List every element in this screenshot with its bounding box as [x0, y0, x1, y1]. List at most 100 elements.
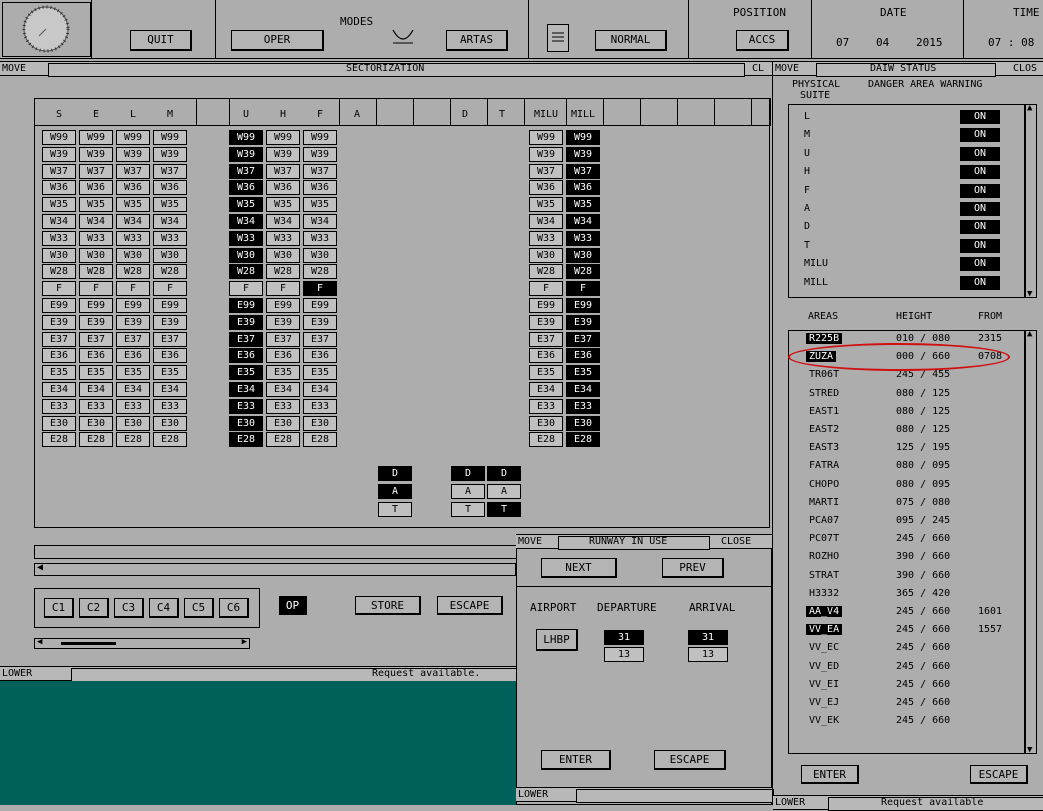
sector-cell[interactable]: W34: [529, 214, 563, 229]
sector-cell[interactable]: W99: [229, 130, 263, 145]
sector-cell[interactable]: W30: [266, 247, 300, 263]
daiw-move-handle[interactable]: MOVE: [775, 62, 799, 75]
sector-cell[interactable]: E36: [229, 348, 263, 364]
sector-cell[interactable]: W35: [529, 197, 563, 213]
area-name[interactable]: STRED: [809, 388, 839, 399]
sector-cell[interactable]: W33: [529, 230, 563, 246]
store-button[interactable]: STORE: [355, 596, 421, 615]
sector-cell[interactable]: W28: [116, 264, 150, 280]
sector-cell[interactable]: W37: [303, 163, 337, 179]
sector-cell[interactable]: E28: [42, 432, 76, 448]
sector-cell[interactable]: E30: [566, 415, 600, 431]
sector-cell[interactable]: E37: [529, 331, 563, 347]
airport-button[interactable]: LHBP: [536, 629, 578, 651]
sector-cell[interactable]: W36: [42, 180, 76, 196]
sector-cell[interactable]: E33: [266, 398, 300, 414]
daiw-titlebar[interactable]: MOVE DAIW STATUS CLOS: [773, 61, 1043, 77]
sector-cell[interactable]: E37: [153, 331, 187, 347]
sector-cell-d[interactable]: D: [451, 466, 485, 481]
artas-button[interactable]: ARTAS: [446, 30, 508, 51]
config-button-c4[interactable]: C4: [149, 598, 179, 618]
area-name[interactable]: VV_EK: [809, 715, 839, 726]
sector-cell[interactable]: F: [566, 281, 600, 297]
sector-cell[interactable]: E28: [266, 432, 300, 448]
sectorization-titlebar[interactable]: MOVE SECTORIZATION CL: [0, 61, 772, 77]
sector-cell-a[interactable]: A: [487, 484, 521, 499]
sector-cell[interactable]: W33: [566, 230, 600, 246]
area-name[interactable]: EAST1: [809, 406, 839, 417]
sector-cell[interactable]: W34: [266, 214, 300, 229]
sector-cell[interactable]: W30: [153, 247, 187, 263]
sector-cell[interactable]: W30: [566, 247, 600, 263]
daiw-close[interactable]: CLOS: [1013, 62, 1037, 75]
sector-cell[interactable]: E28: [229, 432, 263, 448]
sector-cell[interactable]: E37: [79, 331, 113, 347]
quit-button[interactable]: QUIT: [130, 30, 192, 51]
sector-cell[interactable]: W37: [266, 163, 300, 179]
sector-cell[interactable]: F: [303, 281, 337, 297]
sector-cell-d[interactable]: D: [378, 466, 412, 481]
sector-cell[interactable]: E36: [266, 348, 300, 364]
sector-cell[interactable]: W30: [79, 247, 113, 263]
sector-cell[interactable]: W39: [266, 146, 300, 162]
sector-cell[interactable]: W39: [42, 146, 76, 162]
sector-cell-a[interactable]: A: [451, 484, 485, 499]
normal-button[interactable]: NORMAL: [595, 30, 667, 51]
area-name[interactable]: VV_EA: [806, 624, 843, 636]
sector-cell[interactable]: W28: [79, 264, 113, 280]
suite-on-toggle[interactable]: ON: [960, 257, 1000, 272]
sector-cell-a[interactable]: A: [378, 484, 412, 499]
sector-cell[interactable]: W34: [229, 214, 263, 229]
sector-cell[interactable]: W35: [116, 197, 150, 213]
sector-cell[interactable]: E30: [153, 415, 187, 431]
sector-cell[interactable]: W37: [42, 163, 76, 179]
sectorization-close[interactable]: CL: [752, 62, 764, 75]
sector-cell[interactable]: W34: [303, 214, 337, 229]
sector-cell[interactable]: W37: [153, 163, 187, 179]
suite-on-toggle[interactable]: ON: [960, 146, 1000, 161]
suite-on-toggle[interactable]: ON: [960, 202, 1000, 216]
sector-cell[interactable]: W33: [153, 230, 187, 246]
sector-cell[interactable]: W36: [266, 180, 300, 196]
sector-cell[interactable]: E30: [266, 415, 300, 431]
sector-cell[interactable]: E30: [229, 415, 263, 431]
sector-cell[interactable]: W99: [79, 130, 113, 145]
runway-move-handle[interactable]: MOVE: [518, 535, 542, 548]
area-name[interactable]: VV_EJ: [809, 697, 839, 708]
arrival-runway-active[interactable]: 31: [688, 630, 728, 645]
sector-cell[interactable]: W33: [266, 230, 300, 246]
sector-cell-t[interactable]: T: [451, 502, 485, 517]
prev-button[interactable]: PREV: [662, 558, 724, 578]
runway-titlebar[interactable]: MOVE RUNWAY IN USE CLOSE: [516, 534, 772, 550]
sector-cell[interactable]: W30: [42, 247, 76, 263]
sector-cell[interactable]: W35: [566, 197, 600, 213]
sector-cell[interactable]: W39: [153, 146, 187, 162]
sector-cell-d[interactable]: D: [487, 466, 521, 481]
sector-cell[interactable]: E37: [116, 331, 150, 347]
sector-cell[interactable]: E30: [116, 415, 150, 431]
sector-cell[interactable]: E35: [79, 365, 113, 381]
sector-cell[interactable]: E37: [566, 331, 600, 347]
sector-cell[interactable]: E33: [42, 398, 76, 414]
sector-cell[interactable]: W39: [529, 146, 563, 162]
sector-cell[interactable]: E39: [303, 314, 337, 330]
sector-cell[interactable]: W36: [303, 180, 337, 196]
sector-cell[interactable]: E99: [42, 298, 76, 313]
sector-cell[interactable]: W34: [116, 214, 150, 229]
runway-enter-button[interactable]: ENTER: [541, 750, 611, 770]
sector-cell[interactable]: E37: [303, 331, 337, 347]
sector-cell[interactable]: W33: [303, 230, 337, 246]
sector-cell[interactable]: E37: [42, 331, 76, 347]
sector-cell[interactable]: W35: [266, 197, 300, 213]
sector-cell-t[interactable]: T: [487, 502, 521, 517]
sector-cell[interactable]: W30: [303, 247, 337, 263]
daiw-escape-button[interactable]: ESCAPE: [970, 765, 1028, 784]
area-name[interactable]: PCA07: [809, 515, 839, 526]
sector-cell[interactable]: E37: [229, 331, 263, 347]
suite-on-toggle[interactable]: ON: [960, 165, 1000, 180]
sector-cell[interactable]: E39: [566, 314, 600, 330]
move-handle[interactable]: MOVE: [2, 62, 26, 75]
sector-cell[interactable]: W33: [116, 230, 150, 246]
sector-cell[interactable]: E99: [79, 298, 113, 313]
sector-cell[interactable]: E36: [303, 348, 337, 364]
